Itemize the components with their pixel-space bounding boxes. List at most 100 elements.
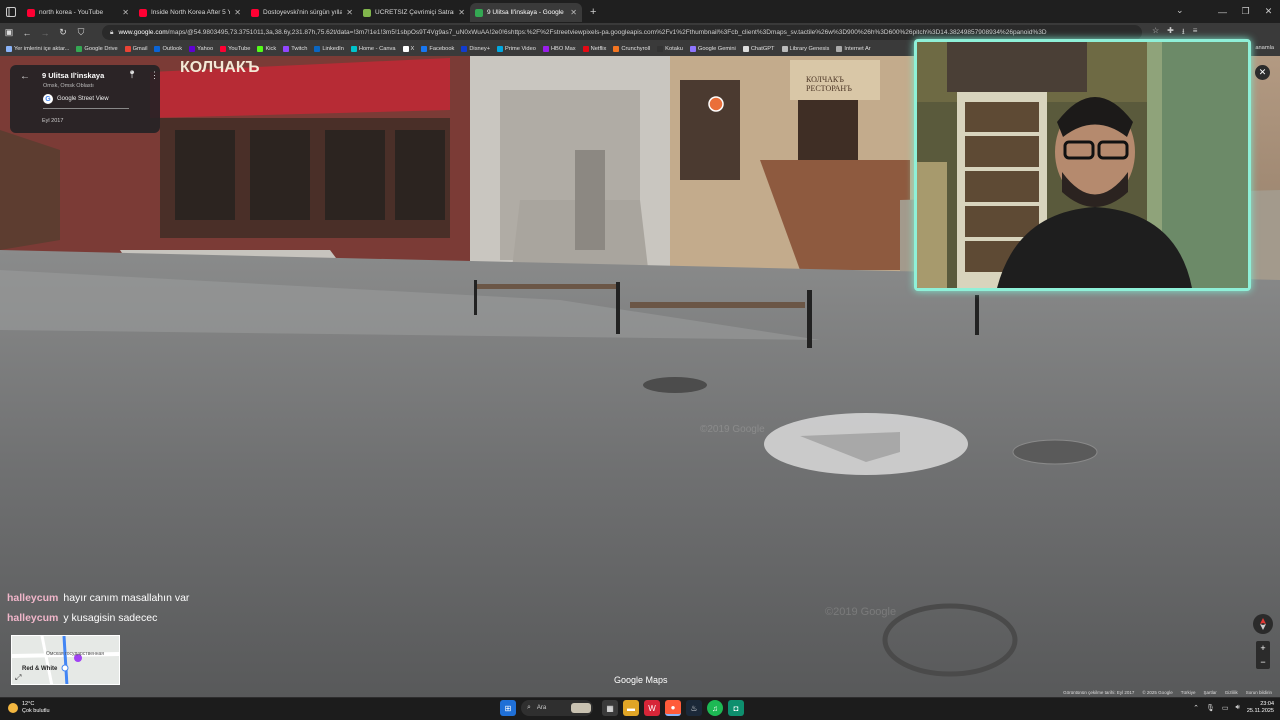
weather-widget[interactable]: 12°C Çok bulutlu [8,701,50,715]
chat-username: halleycum [7,592,59,604]
zoom-in-button[interactable]: + [1260,643,1265,653]
extensions-icon[interactable]: ✚ [1167,26,1174,40]
tab-close-icon[interactable]: ✕ [570,8,577,17]
file-explorer-icon[interactable]: ▬ [623,700,639,716]
tab-close-icon[interactable]: ✕ [346,8,353,17]
app-red-icon[interactable]: W [644,700,660,716]
tab-search-chevron-icon[interactable]: ⌄ [1176,5,1184,16]
chat-message: halleycum hayır canım masallahın var [7,588,189,608]
tab-close-icon[interactable]: ✕ [122,8,129,17]
system-tray: ⌃ 🎙︎ ▭ 🔊︎ 23:04 25.11.2025 [1193,701,1274,715]
tab-actions-icon[interactable] [0,0,22,23]
spotify-icon[interactable]: ♫ [707,700,723,716]
minimize-button[interactable]: — [1211,0,1234,23]
bookmark-item[interactable]: Gmail [124,46,147,52]
tab-1[interactable]: Inside North Korea After 5 Years✕ [134,3,246,22]
maximize-button[interactable]: ❐ [1234,0,1257,23]
reload-button[interactable]: ↻ [54,27,72,38]
bookmark-item[interactable]: Disney+ [461,46,490,52]
bookmark-icon [613,46,620,52]
bookmark-item[interactable]: Netflix [582,46,607,52]
tab-4[interactable]: 9 Ulitsa Il'inskaya - Google Harit ✕ [470,3,582,22]
footer-link[interactable]: Sorun bildirin [1246,690,1272,695]
tab-2[interactable]: Dostoyevski'nin sürgün yıllarını✕ [246,3,358,22]
footer-link[interactable]: Gizlilik [1225,690,1238,695]
bookmark-item[interactable]: Prime Video [497,46,536,52]
search-placeholder: Ara [536,705,547,711]
tab-close-icon[interactable]: ✕ [458,8,465,17]
downloads-icon[interactable]: ⭳ [1182,26,1185,40]
footer-link[interactable]: Şartlar [1203,690,1216,695]
menu-icon[interactable]: ≡ [1193,26,1198,40]
steam-icon[interactable]: ♨ [686,700,702,716]
bookmark-icon [220,46,227,52]
bookmark-item[interactable]: Yahoo [189,46,213,52]
bookmark-item[interactable]: Twitch [283,46,307,52]
street-view-source[interactable]: G Google Street View [43,94,109,104]
tab-0[interactable]: north korea - YouTube ✕ [22,3,134,22]
address-bar[interactable]: 🔒︎ www.google.com/maps/@54.9803495,73.37… [102,25,1142,40]
start-icon[interactable]: ⊞ [500,700,516,716]
window-controls: — ❐ ✕ [1211,0,1280,23]
tab-3[interactable]: ÜCRETSİZ Çevrimiçi Satranç Oy ✕ [358,3,470,22]
tab-favicon-icon [27,8,35,17]
capture-date[interactable]: Eyl 2017 [42,118,63,124]
bookmark-item[interactable]: YouTube [220,46,250,52]
bookmark-icon [124,46,131,52]
bookmark-icon [314,46,321,52]
forward-button[interactable]: → [36,28,54,38]
more-options-icon[interactable]: ⋮ [150,70,159,81]
bookmark-label: Internet Ar [844,46,871,52]
minimap[interactable]: Омская государственная Red & White ⤢ [11,635,120,685]
bookmark-label: Netflix [590,46,607,52]
network-icon[interactable]: ▭ [1222,704,1229,712]
bookmark-item[interactable]: Outlook [154,46,182,52]
task-view-icon[interactable]: ▦ [602,700,618,716]
place-subtitle: Omsk, Omsk Oblastı [43,83,94,89]
browser-icon[interactable]: ● [665,700,681,716]
microphone-icon[interactable]: 🎙︎ [1206,704,1215,712]
tab-strip: north korea - YouTube ✕ Inside North Korea… [0,0,1280,23]
bookmark-item[interactable]: Internet Ar [836,46,871,52]
zoom-out-button[interactable]: − [1260,657,1265,667]
bookmark-item[interactable]: LinkedIn [314,46,344,52]
bookmark-item[interactable]: ChatGPT [742,46,775,52]
new-tab-button[interactable]: + [590,6,596,18]
bookmark-item[interactable]: Kotaku [657,46,683,52]
bookmark-item[interactable]: Yer imlerini içe aktar... [6,46,69,52]
sidebar-toggle-icon[interactable]: ▣ [0,27,18,38]
map-pin-icon[interactable]: 📍︎ [127,70,137,79]
bookmark-item[interactable]: Google Drive [76,46,118,52]
bookmark-item[interactable]: Facebook [421,46,454,52]
bookmark-icon [657,46,664,52]
clock[interactable]: 23:04 25.11.2025 [1247,701,1274,715]
shield-icon[interactable]: ⛉ [72,27,90,38]
volume-icon[interactable]: 🔊︎ [1235,704,1239,712]
app-green-icon[interactable]: ◘ [728,700,744,716]
bookmark-item[interactable]: Crunchyroll [613,46,650,52]
back-button[interactable]: ← [18,28,36,38]
close-icon[interactable]: ✕ [1255,65,1270,80]
bookmark-item[interactable]: Kick [257,46,276,52]
bookmark-item[interactable]: Library Genesis [781,46,829,52]
footer-link: © 2025 Google [1142,690,1173,695]
bookmarks-overflow[interactable]: anamla [1255,45,1274,51]
footer-link: Görüntünün çekilme tarihi: Eyl 2017 [1063,690,1135,695]
google-maps-logo: Google Maps [614,675,668,685]
tray-chevron-icon[interactable]: ⌃ [1193,704,1199,712]
back-arrow-icon[interactable]: ← [20,71,30,82]
taskbar-search[interactable]: ⌕ Ara [521,700,593,716]
bookmark-item[interactable]: X [402,46,414,52]
close-window-button[interactable]: ✕ [1257,0,1280,23]
bookmark-item[interactable]: Home - Canva [350,46,396,52]
star-icon[interactable]: ☆ [1152,26,1159,40]
bookmark-item[interactable]: Google Gemini [689,46,736,52]
weather-icon [8,703,18,713]
compass-icon[interactable] [1253,614,1273,634]
footer-link[interactable]: Türkiye [1181,690,1196,695]
bookmark-item[interactable]: HBO Max [542,46,576,52]
bookmark-icon [76,46,83,52]
bookmark-label: ChatGPT [750,46,775,52]
tab-close-icon[interactable]: ✕ [234,8,241,17]
expand-icon[interactable]: ⤢ [15,673,21,683]
